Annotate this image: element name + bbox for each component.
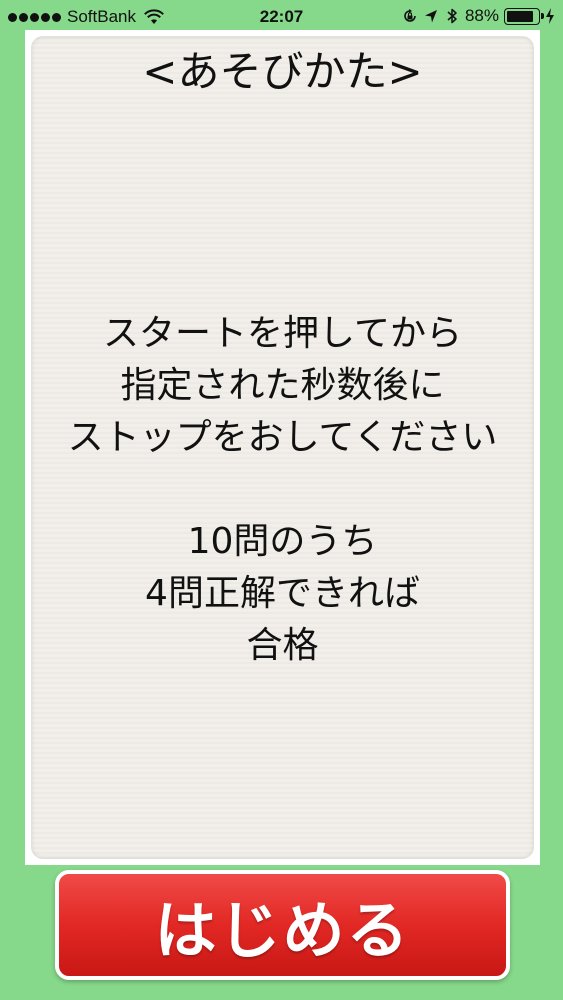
rule-line: 10問のうち <box>187 521 378 562</box>
start-button[interactable]: はじめる <box>55 870 510 980</box>
instructions-text: スタートを押してから 指定された秒数後に ストップをおしてください 10問のうち… <box>31 308 534 672</box>
status-bar-right: 88% <box>402 6 555 26</box>
charging-bolt-icon <box>546 8 554 24</box>
status-bar: SoftBank 22:07 88% <box>0 0 563 34</box>
instruction-board-frame: <あそびかた> スタートを押してから 指定された秒数後に ストップをおしてくださ… <box>25 30 540 865</box>
instruction-board: <あそびかた> スタートを押してから 指定された秒数後に ストップをおしてくださ… <box>31 36 534 859</box>
battery-level-fill <box>507 10 534 22</box>
location-arrow-icon <box>424 10 437 23</box>
rule-line: 4問正解できれば <box>145 573 420 614</box>
bluetooth-icon <box>447 8 457 24</box>
battery-percent: 88% <box>464 6 499 25</box>
battery-icon <box>504 7 544 25</box>
rule-line: 合格 <box>246 625 319 666</box>
start-button-label: はじめる <box>154 894 411 967</box>
board-title: <あそびかた> <box>142 47 423 96</box>
instruction-line: 指定された秒数後に <box>120 365 445 406</box>
orientation-lock-icon <box>404 9 416 22</box>
instruction-line: ストップをおしてください <box>67 417 498 458</box>
instruction-line: スタートを押してから <box>103 313 462 354</box>
